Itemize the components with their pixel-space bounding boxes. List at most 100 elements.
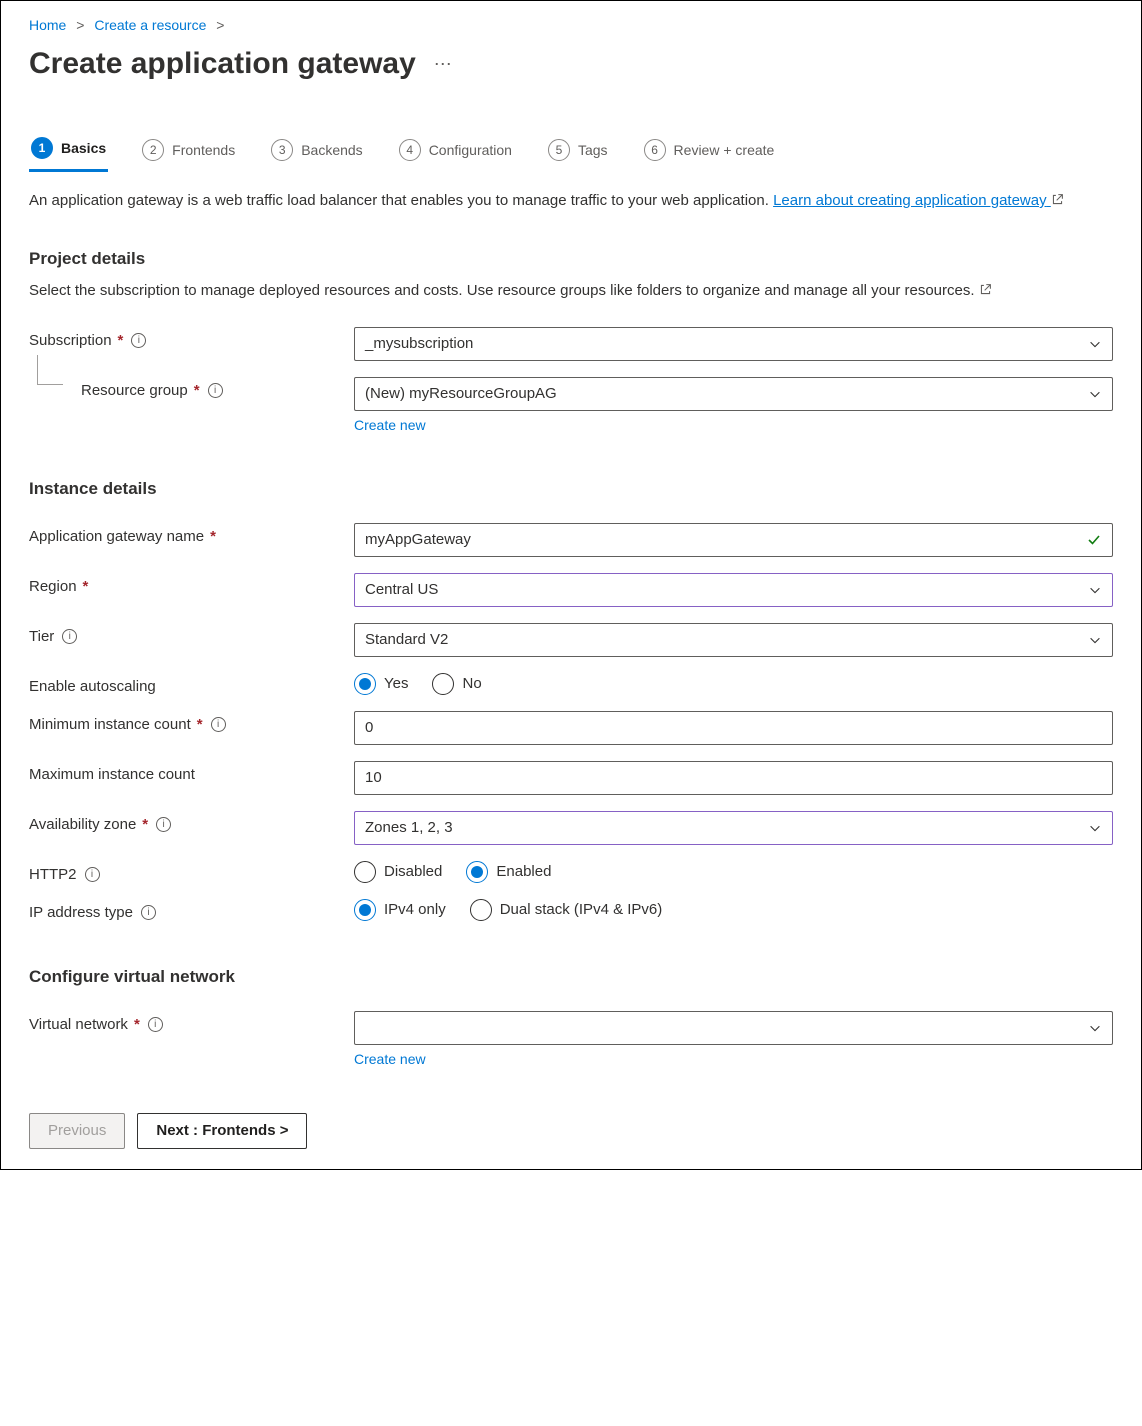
intro-body: An application gateway is a web traffic … <box>29 192 773 209</box>
footer-buttons: Previous Next : Frontends > <box>29 1113 1113 1149</box>
dropdown-value: Standard V2 <box>365 631 448 648</box>
tab-configuration[interactable]: 4 Configuration <box>397 131 514 172</box>
chevron-right-icon: > <box>70 17 90 33</box>
radio-ipv4-only[interactable]: IPv4 only <box>354 899 446 921</box>
input-value: 0 <box>365 719 373 736</box>
radio-autoscale-yes[interactable]: Yes <box>354 673 408 695</box>
tab-basics[interactable]: 1 Basics <box>29 131 108 172</box>
vnet-dropdown[interactable] <box>354 1011 1113 1045</box>
create-new-rg-link[interactable]: Create new <box>354 417 1113 433</box>
intro-text: An application gateway is a web traffic … <box>29 190 1113 213</box>
region-dropdown[interactable]: Central US <box>354 573 1113 607</box>
radio-http2-enabled[interactable]: Enabled <box>466 861 551 883</box>
radio-icon <box>354 673 376 695</box>
required-icon: * <box>83 578 89 595</box>
radio-label: No <box>462 675 481 692</box>
breadcrumb-create-resource[interactable]: Create a resource <box>94 17 206 33</box>
tab-label: Backends <box>301 142 362 158</box>
section-heading-project: Project details <box>29 249 1113 269</box>
radio-icon <box>466 861 488 883</box>
radio-http2-disabled[interactable]: Disabled <box>354 861 442 883</box>
page-title: Create application gateway <box>29 47 416 81</box>
radio-autoscale-no[interactable]: No <box>432 673 481 695</box>
learn-more-link[interactable]: Learn about creating application gateway <box>773 192 1064 209</box>
max-instance-input[interactable]: 10 <box>354 761 1113 795</box>
gateway-name-input[interactable]: myAppGateway <box>354 523 1113 557</box>
label-autoscaling: Enable autoscaling <box>29 673 354 695</box>
required-icon: * <box>210 528 216 545</box>
section-desc-text: Select the subscription to manage deploy… <box>29 282 975 299</box>
info-icon[interactable]: i <box>211 717 226 732</box>
tab-label: Frontends <box>172 142 235 158</box>
required-icon: * <box>197 716 203 733</box>
tab-label: Review + create <box>674 142 775 158</box>
info-icon[interactable]: i <box>62 629 77 644</box>
label-max-instance: Maximum instance count <box>29 761 354 783</box>
create-new-vnet-link[interactable]: Create new <box>354 1051 1113 1067</box>
label-tier: Tier i <box>29 623 354 645</box>
chevron-down-icon <box>1088 821 1102 835</box>
tab-number: 2 <box>142 139 164 161</box>
check-icon <box>1086 532 1102 548</box>
resource-group-dropdown[interactable]: (New) myResourceGroupAG <box>354 377 1113 411</box>
radio-label: Enabled <box>496 863 551 880</box>
input-value: myAppGateway <box>365 531 471 548</box>
label-resource-group: Resource group * i <box>29 377 354 399</box>
info-icon[interactable]: i <box>156 817 171 832</box>
label-vnet: Virtual network * i <box>29 1011 354 1033</box>
tabs: 1 Basics 2 Frontends 3 Backends 4 Config… <box>29 131 1113 172</box>
radio-label: Disabled <box>384 863 442 880</box>
dropdown-value: Central US <box>365 581 438 598</box>
min-instance-input[interactable]: 0 <box>354 711 1113 745</box>
breadcrumb: Home > Create a resource > <box>29 17 1113 33</box>
dropdown-value: Zones 1, 2, 3 <box>365 819 453 836</box>
radio-label: Yes <box>384 675 408 692</box>
chevron-down-icon <box>1088 1021 1102 1035</box>
info-icon[interactable]: i <box>85 867 100 882</box>
label-http2: HTTP2 i <box>29 861 354 883</box>
external-link-icon <box>979 283 992 296</box>
chevron-down-icon <box>1088 337 1102 351</box>
label-subscription: Subscription * i <box>29 327 354 349</box>
section-heading-instance: Instance details <box>29 479 1113 499</box>
label-ip-type: IP address type i <box>29 899 354 921</box>
indent-line-icon <box>37 355 63 385</box>
tab-number: 6 <box>644 139 666 161</box>
tab-frontends[interactable]: 2 Frontends <box>140 131 237 172</box>
tab-number: 3 <box>271 139 293 161</box>
required-icon: * <box>194 382 200 399</box>
info-icon[interactable]: i <box>141 905 156 920</box>
more-menu-icon[interactable]: ⋯ <box>434 54 453 75</box>
tab-tags[interactable]: 5 Tags <box>546 131 610 172</box>
info-icon[interactable]: i <box>148 1017 163 1032</box>
tab-label: Configuration <box>429 142 512 158</box>
section-heading-vnet: Configure virtual network <box>29 967 1113 987</box>
previous-button[interactable]: Previous <box>29 1113 125 1149</box>
info-icon[interactable]: i <box>131 333 146 348</box>
az-dropdown[interactable]: Zones 1, 2, 3 <box>354 811 1113 845</box>
label-gateway-name: Application gateway name * <box>29 523 354 545</box>
required-icon: * <box>142 816 148 833</box>
tab-number: 1 <box>31 137 53 159</box>
subscription-dropdown[interactable]: _mysubscription <box>354 327 1113 361</box>
chevron-down-icon <box>1088 387 1102 401</box>
breadcrumb-home[interactable]: Home <box>29 17 66 33</box>
info-icon[interactable]: i <box>208 383 223 398</box>
dropdown-value: (New) myResourceGroupAG <box>365 385 557 402</box>
tab-label: Basics <box>61 140 106 156</box>
tab-label: Tags <box>578 142 608 158</box>
next-button[interactable]: Next : Frontends > <box>137 1113 307 1149</box>
tier-dropdown[interactable]: Standard V2 <box>354 623 1113 657</box>
tab-backends[interactable]: 3 Backends <box>269 131 364 172</box>
required-icon: * <box>134 1016 140 1033</box>
tab-review-create[interactable]: 6 Review + create <box>642 131 777 172</box>
tab-number: 5 <box>548 139 570 161</box>
learn-more-label: Learn about creating application gateway <box>773 192 1047 209</box>
radio-icon <box>354 861 376 883</box>
radio-icon <box>432 673 454 695</box>
tab-number: 4 <box>399 139 421 161</box>
radio-icon <box>354 899 376 921</box>
radio-dual-stack[interactable]: Dual stack (IPv4 & IPv6) <box>470 899 663 921</box>
chevron-down-icon <box>1088 583 1102 597</box>
label-min-instance: Minimum instance count * i <box>29 711 354 733</box>
